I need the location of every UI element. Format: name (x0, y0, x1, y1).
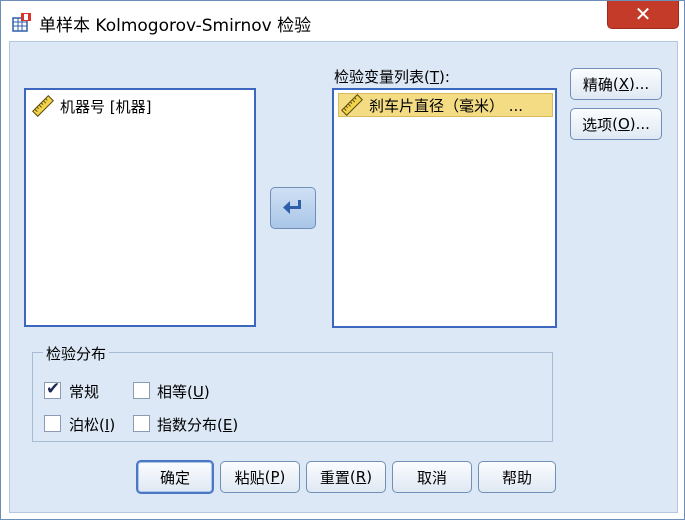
test-variable-list[interactable]: 刹车片直径（毫米） ... (332, 88, 557, 328)
poisson-label: 泊松(I) (69, 416, 116, 434)
poisson-checkbox[interactable] (44, 415, 61, 432)
ruler-scale-icon (32, 95, 54, 117)
arrow-left-icon (283, 200, 301, 214)
ruler-scale-icon (341, 94, 363, 116)
spss-app-icon (12, 13, 31, 32)
list-item-label: 刹车片直径（毫米） ... (369, 96, 524, 115)
dialog-body: 机器号 [机器] 检验变量列表(T): 刹车片直径（毫米） ... 精确 (X… (9, 41, 678, 513)
reset-button[interactable]: 重置(R) (306, 461, 386, 493)
help-button[interactable]: 帮助 (478, 461, 556, 493)
paste-button[interactable]: 粘贴(P) (220, 461, 300, 493)
test-distribution-title: 检验分布 (43, 343, 110, 364)
dialog-window: 单样本 Kolmogorov-Smirnov 检验 ✕ 机器号 [机器] 检验变… (0, 0, 685, 520)
test-variable-list-label: 检验变量列表(T): (334, 68, 450, 86)
exact-button[interactable]: 精确(X)... (570, 68, 662, 100)
normal-checkbox[interactable]: ✔ (44, 379, 61, 399)
list-item-label: 机器号 [机器] (60, 97, 152, 116)
list-item[interactable]: 机器号 [机器] (32, 94, 151, 118)
close-button[interactable]: ✕ (607, 1, 679, 29)
move-variable-button[interactable] (270, 187, 316, 229)
normal-label: 常规 (69, 383, 100, 401)
checkmark-icon: ✔ (46, 379, 61, 399)
uniform-checkbox[interactable] (133, 382, 150, 399)
ok-button[interactable]: 确定 (136, 460, 214, 494)
options-button[interactable]: 选项(O)... (570, 108, 662, 140)
source-variable-list[interactable]: 机器号 [机器] (24, 88, 256, 327)
title-bar: 单样本 Kolmogorov-Smirnov 检验 ✕ (1, 1, 684, 41)
window-title: 单样本 Kolmogorov-Smirnov 检验 (39, 16, 312, 36)
exponential-checkbox[interactable] (133, 415, 150, 432)
exponential-label: 指数分布(E) (157, 416, 239, 434)
uniform-label: 相等(U) (157, 383, 210, 401)
list-item[interactable]: 刹车片直径（毫米） ... (338, 93, 553, 117)
cancel-button[interactable]: 取消 (392, 461, 472, 493)
